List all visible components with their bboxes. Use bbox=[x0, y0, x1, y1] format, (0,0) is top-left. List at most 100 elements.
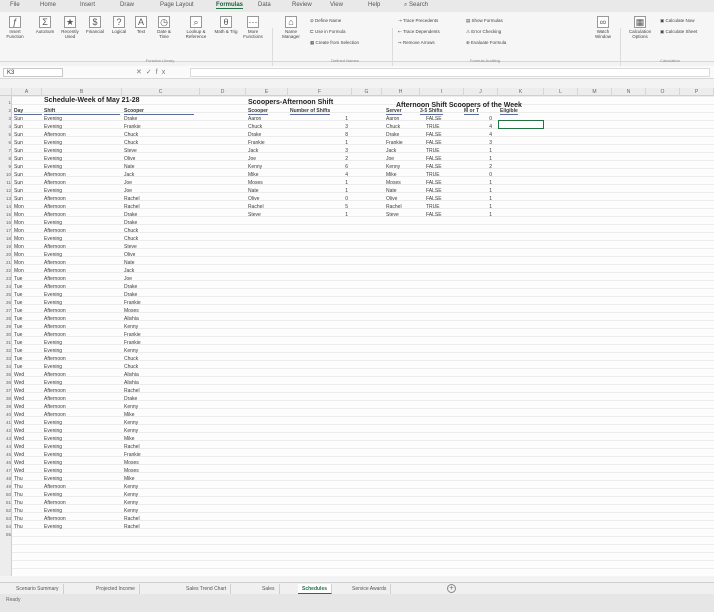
schedule-cell[interactable]: Chuck bbox=[124, 235, 138, 243]
eligibility-server[interactable]: Frankie bbox=[386, 139, 403, 147]
column-header-i[interactable]: I bbox=[420, 88, 464, 96]
schedule-cell[interactable]: Evening bbox=[44, 139, 62, 147]
schedule-cell[interactable]: Drake bbox=[124, 219, 137, 227]
row-header[interactable]: 10 bbox=[0, 171, 12, 179]
tab-home[interactable]: Home bbox=[40, 2, 56, 8]
schedule-cell[interactable]: Tue bbox=[14, 347, 22, 355]
schedule-cell[interactable]: Sun bbox=[14, 123, 23, 131]
schedule-cell[interactable]: Evening bbox=[44, 419, 62, 427]
eligibility-shifts-flag[interactable]: FALSE bbox=[426, 179, 442, 187]
schedule-cell[interactable]: Jack bbox=[124, 171, 134, 179]
column-header-k[interactable]: K bbox=[498, 88, 544, 96]
tab-formulas[interactable]: Formulas bbox=[216, 2, 244, 9]
schedule-cell[interactable]: Mike bbox=[124, 475, 135, 483]
schedule-cell[interactable]: Evening bbox=[44, 155, 62, 163]
afternoon-shift-name[interactable]: Steve bbox=[248, 211, 261, 219]
schedule-cell[interactable]: Tue bbox=[14, 355, 22, 363]
schedule-cell[interactable]: Sun bbox=[14, 163, 23, 171]
schedule-cell[interactable]: Evening bbox=[44, 475, 62, 483]
schedule-cell[interactable]: Drake bbox=[124, 291, 137, 299]
eligibility-server[interactable]: Drake bbox=[386, 131, 399, 139]
schedule-cell[interactable]: Frankie bbox=[124, 123, 141, 131]
schedule-cell[interactable]: Rachel bbox=[124, 443, 140, 451]
calculation-options-button[interactable]: ▦ Calculation Options bbox=[624, 16, 656, 39]
eligibility-server[interactable]: Jack bbox=[386, 147, 396, 155]
schedule-cell[interactable]: Wed bbox=[14, 451, 24, 459]
column-header-e[interactable]: E bbox=[246, 88, 288, 96]
autosum-button[interactable]: Σ AutoSum bbox=[34, 16, 56, 34]
schedule-cell[interactable]: Joe bbox=[124, 275, 132, 283]
error-checking-button[interactable]: ⚠ Error Checking bbox=[466, 29, 501, 35]
column-header-o[interactable]: O bbox=[646, 88, 680, 96]
schedule-cell[interactable]: Tue bbox=[14, 331, 22, 339]
schedule-cell[interactable]: Tue bbox=[14, 275, 22, 283]
select-all-corner[interactable] bbox=[0, 88, 12, 96]
afternoon-shift-count[interactable]: 4 bbox=[338, 171, 348, 179]
schedule-cell[interactable]: Mon bbox=[14, 227, 24, 235]
afternoon-shift-count[interactable]: 6 bbox=[338, 163, 348, 171]
schedule-cell[interactable]: Tue bbox=[14, 339, 22, 347]
schedule-cell[interactable]: Evening bbox=[44, 219, 62, 227]
schedule-cell[interactable]: Wed bbox=[14, 435, 24, 443]
afternoon-shift-name[interactable]: Aaron bbox=[248, 115, 261, 123]
sheet-tab[interactable]: Sales bbox=[258, 584, 280, 594]
eligibility-server[interactable]: Steve bbox=[386, 211, 399, 219]
eligibility-shifts-flag[interactable]: FALSE bbox=[426, 195, 442, 203]
row-header[interactable]: 27 bbox=[0, 307, 12, 315]
schedule-cell[interactable]: Nate bbox=[124, 259, 135, 267]
row-header[interactable]: 28 bbox=[0, 315, 12, 323]
schedule-cell[interactable]: Sun bbox=[14, 179, 23, 187]
insert-function-button[interactable]: ƒ Insert Function bbox=[4, 16, 26, 39]
row-header[interactable]: 37 bbox=[0, 387, 12, 395]
schedule-cell[interactable]: Afternoon bbox=[44, 179, 66, 187]
schedule-cell[interactable]: Tue bbox=[14, 283, 22, 291]
row-header[interactable]: 12 bbox=[0, 187, 12, 195]
schedule-cell[interactable]: Drake bbox=[124, 395, 137, 403]
schedule-cell[interactable]: Sun bbox=[14, 131, 23, 139]
trace-precedents-button[interactable]: ⇢ Trace Precedents bbox=[398, 18, 438, 24]
schedule-cell[interactable]: Afternoon bbox=[44, 499, 66, 507]
afternoon-shift-count[interactable]: 3 bbox=[338, 147, 348, 155]
eligibility-m-or-t[interactable]: 1 bbox=[484, 179, 492, 187]
afternoon-shift-name[interactable]: Drake bbox=[248, 131, 261, 139]
schedule-cell[interactable]: Sun bbox=[14, 171, 23, 179]
evaluate-formula-button[interactable]: ⊛ Evaluate Formula bbox=[466, 40, 506, 46]
schedule-cell[interactable]: Wed bbox=[14, 379, 24, 387]
row-header[interactable]: 1 bbox=[0, 99, 12, 107]
schedule-cell[interactable]: Afternoon bbox=[44, 203, 66, 211]
afternoon-shift-count[interactable]: 1 bbox=[338, 179, 348, 187]
afternoon-shift-name[interactable]: Rachel bbox=[248, 203, 264, 211]
create-from-selection-button[interactable]: ▦ Create from Selection bbox=[310, 40, 359, 46]
schedule-cell[interactable]: Evening bbox=[44, 363, 62, 371]
schedule-cell[interactable]: Evening bbox=[44, 163, 62, 171]
row-header[interactable]: 33 bbox=[0, 355, 12, 363]
schedule-cell[interactable]: Evening bbox=[44, 459, 62, 467]
row-header[interactable]: 51 bbox=[0, 499, 12, 507]
schedule-cell[interactable]: Chuck bbox=[124, 131, 138, 139]
afternoon-shift-name[interactable]: Moses bbox=[248, 179, 263, 187]
schedule-cell[interactable]: Frankie bbox=[124, 451, 141, 459]
row-header[interactable]: 38 bbox=[0, 395, 12, 403]
eligibility-server[interactable]: Moses bbox=[386, 179, 401, 187]
schedule-cell[interactable]: Mon bbox=[14, 211, 24, 219]
schedule-cell[interactable]: Wed bbox=[14, 395, 24, 403]
afternoon-shift-count[interactable]: 0 bbox=[338, 195, 348, 203]
row-header[interactable]: 44 bbox=[0, 443, 12, 451]
schedule-cell[interactable]: Tue bbox=[14, 315, 22, 323]
schedule-cell[interactable]: Mon bbox=[14, 267, 24, 275]
schedule-cell[interactable]: Kenny bbox=[124, 491, 138, 499]
eligibility-m-or-t[interactable]: 4 bbox=[484, 131, 492, 139]
row-header[interactable]: 32 bbox=[0, 347, 12, 355]
schedule-cell[interactable]: Afternoon bbox=[44, 283, 66, 291]
selected-cell-k3[interactable] bbox=[498, 120, 544, 129]
row-header[interactable]: 50 bbox=[0, 491, 12, 499]
schedule-cell[interactable]: Evening bbox=[44, 123, 62, 131]
text-button[interactable]: A Text bbox=[132, 16, 150, 34]
schedule-cell[interactable]: Alishia bbox=[124, 379, 139, 387]
schedule-cell[interactable]: Kenny bbox=[124, 507, 138, 515]
row-header[interactable]: 34 bbox=[0, 363, 12, 371]
schedule-cell[interactable]: Mon bbox=[14, 251, 24, 259]
eligibility-shifts-flag[interactable]: TRUE bbox=[426, 203, 440, 211]
column-header-c[interactable]: C bbox=[122, 88, 200, 96]
formula-input[interactable] bbox=[190, 68, 710, 77]
